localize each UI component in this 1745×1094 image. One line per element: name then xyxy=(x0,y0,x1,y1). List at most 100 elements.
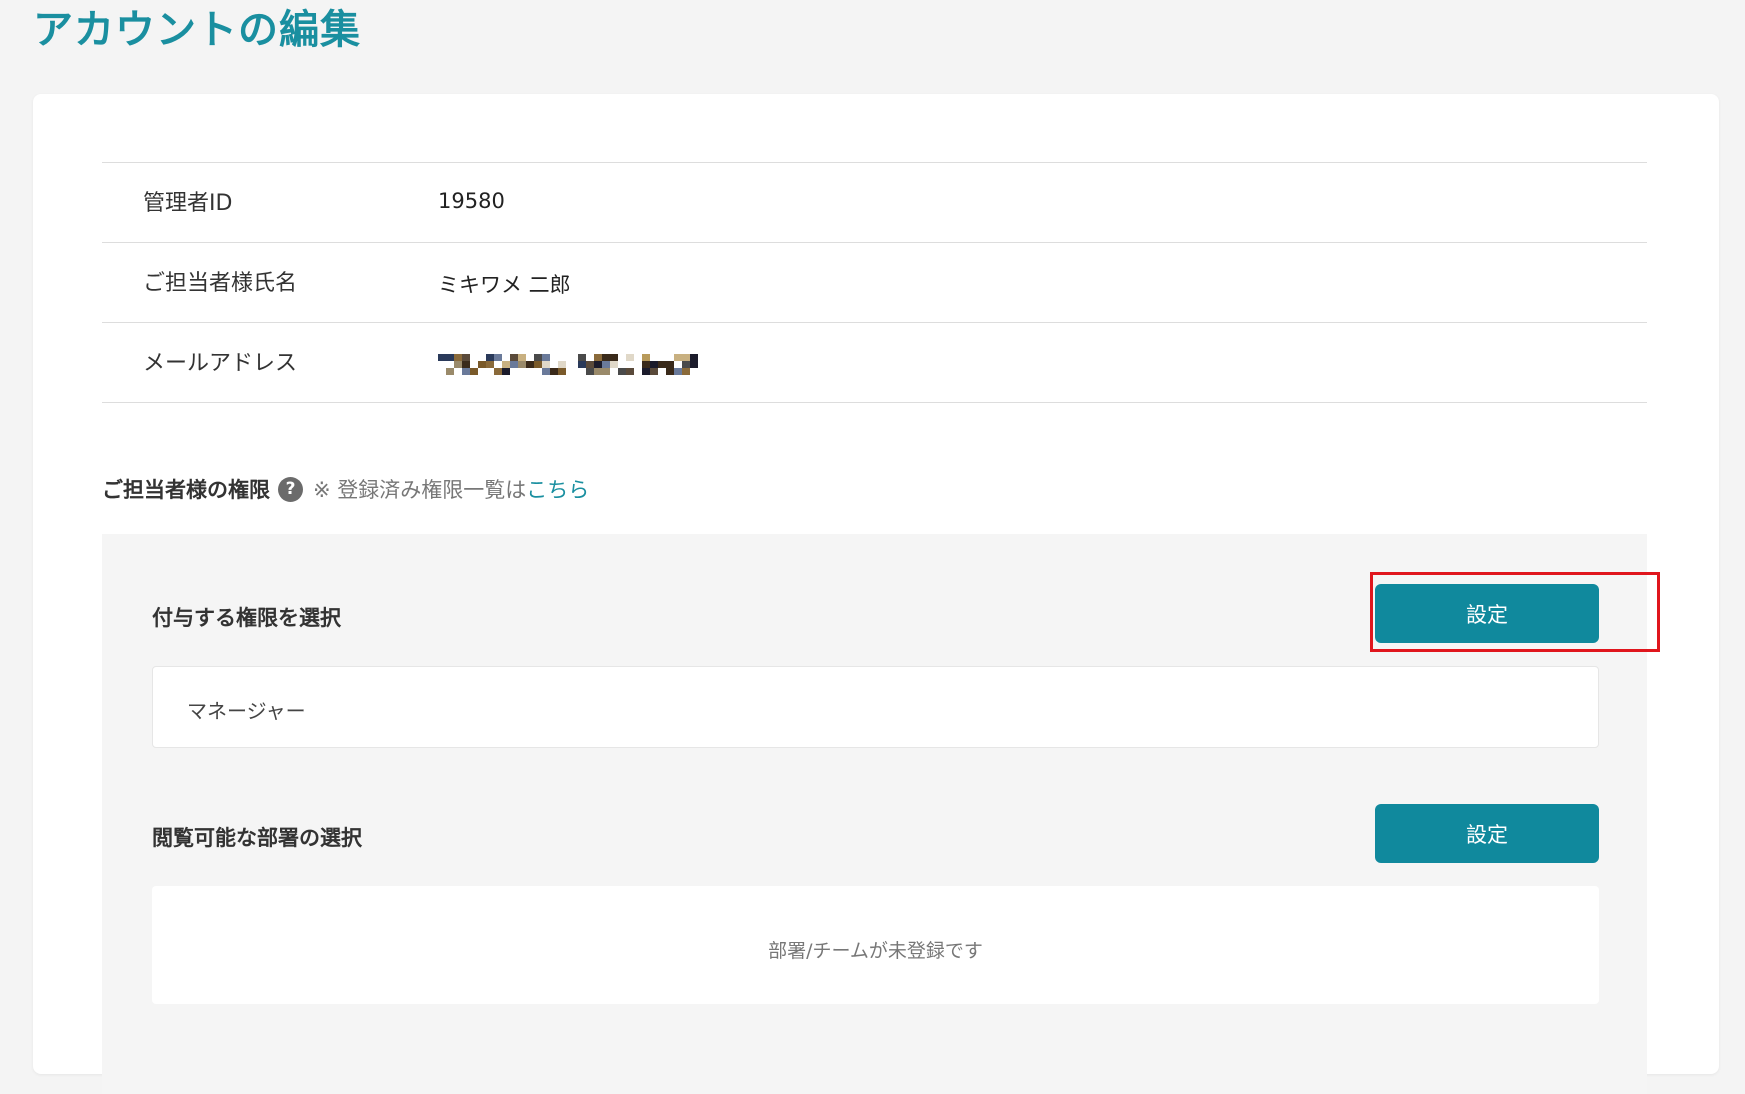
pixel-cell xyxy=(462,367,470,375)
pixel-cell xyxy=(674,353,682,361)
pixel-cell xyxy=(518,360,526,368)
pixel-block-group xyxy=(438,353,566,375)
pixel-cell xyxy=(502,367,510,375)
pixel-cell xyxy=(478,353,486,361)
pixel-cell xyxy=(446,360,454,368)
departments-value-box: 部署/チームが未登録です xyxy=(152,886,1599,1004)
pixel-cell xyxy=(650,367,658,375)
pixel-cell xyxy=(478,360,486,368)
pixel-cell xyxy=(550,360,558,368)
pixel-cell xyxy=(470,367,478,375)
pixel-block xyxy=(650,353,658,375)
page-title: アカウントの編集 xyxy=(33,7,361,53)
email-label: メールアドレス xyxy=(143,351,298,376)
pixel-cell xyxy=(674,360,682,368)
pixel-cell xyxy=(454,353,462,361)
pixel-cell xyxy=(542,367,550,375)
grant-permission-title: 付与する権限を選択 xyxy=(152,606,341,630)
pixel-cell xyxy=(674,367,682,375)
pixel-cell xyxy=(642,360,650,368)
pixel-block xyxy=(634,353,642,375)
pixel-block xyxy=(642,353,650,375)
pixel-block xyxy=(494,353,502,375)
grant-permission-set-button[interactable]: 設定 xyxy=(1375,584,1599,643)
pixel-block xyxy=(578,353,586,375)
pixel-cell xyxy=(578,360,586,368)
info-row-contact-name: ご担当者様氏名 ミキワメ 二郎 xyxy=(102,243,1647,323)
pixel-cell xyxy=(502,360,510,368)
grant-permission-value: マネージャー xyxy=(187,699,306,723)
departments-empty-message: 部署/チームが未登録です xyxy=(768,940,983,962)
admin-id-label: 管理者ID xyxy=(143,191,233,216)
pixel-cell xyxy=(586,367,594,375)
pixel-cell xyxy=(618,353,626,361)
pixel-cell xyxy=(518,367,526,375)
pixel-cell xyxy=(454,360,462,368)
pixel-block xyxy=(518,353,526,375)
pixel-block xyxy=(586,353,594,375)
pixel-cell xyxy=(470,353,478,361)
pixel-cell xyxy=(550,367,558,375)
pixel-block xyxy=(610,353,618,375)
pixel-cell xyxy=(650,360,658,368)
pixel-cell xyxy=(486,353,494,361)
permissions-list-link[interactable]: こちら xyxy=(526,474,589,504)
pixel-block xyxy=(602,353,610,375)
pixel-cell xyxy=(510,367,518,375)
pixel-cell xyxy=(542,353,550,361)
pixel-block xyxy=(674,353,682,375)
pixel-cell xyxy=(594,353,602,361)
pixel-cell xyxy=(666,360,674,368)
pixel-cell xyxy=(438,367,446,375)
pixel-cell xyxy=(486,360,494,368)
pixel-cell xyxy=(642,367,650,375)
pixel-block xyxy=(626,353,634,375)
pixel-block xyxy=(690,353,698,375)
pixel-cell xyxy=(594,367,602,375)
pixel-cell xyxy=(494,353,502,361)
pixel-cell xyxy=(690,353,698,361)
pixel-cell xyxy=(558,360,566,368)
pixel-block xyxy=(594,353,602,375)
pixel-cell xyxy=(626,353,634,361)
permissions-heading: ご担当者様の権限 ? ※ 登録済み権限一覧は こちら xyxy=(102,474,589,504)
pixel-cell xyxy=(510,353,518,361)
pixel-cell xyxy=(558,353,566,361)
permissions-note: ※ 登録済み権限一覧は xyxy=(313,478,527,502)
pixel-cell xyxy=(586,360,594,368)
pixel-cell xyxy=(682,353,690,361)
pixel-cell xyxy=(578,353,586,361)
permissions-panel: 付与する権限を選択 設定 マネージャー 閲覧可能な部署の選択 設定 部署/チーム… xyxy=(102,534,1660,1094)
pixel-block xyxy=(618,353,626,375)
email-value-redacted xyxy=(438,351,698,377)
pixel-block xyxy=(534,353,542,375)
account-info-table: 管理者ID 19580 ご担当者様氏名 ミキワメ 二郎 メールアドレス xyxy=(102,162,1647,403)
pixel-cell xyxy=(558,367,566,375)
pixel-cell xyxy=(642,353,650,361)
contact-name-value: ミキワメ 二郎 xyxy=(438,273,571,297)
pixel-cell xyxy=(682,367,690,375)
pixel-cell xyxy=(602,367,610,375)
pixel-cell xyxy=(682,360,690,368)
question-circle-icon[interactable]: ? xyxy=(278,476,303,502)
info-row-email: メールアドレス xyxy=(102,323,1647,403)
pixel-block xyxy=(446,353,454,375)
pixel-cell xyxy=(650,353,658,361)
pixel-cell xyxy=(502,353,510,361)
pixel-block xyxy=(470,353,478,375)
pixel-block xyxy=(658,353,666,375)
pixel-cell xyxy=(618,367,626,375)
pixel-cell xyxy=(586,353,594,361)
pixel-cell xyxy=(478,367,486,375)
pixel-cell xyxy=(494,360,502,368)
pixel-cell xyxy=(486,367,494,375)
pixel-block xyxy=(550,353,558,375)
pixel-cell xyxy=(666,353,674,361)
pixel-cell xyxy=(658,367,666,375)
pixel-cell xyxy=(594,360,602,368)
pixel-cell xyxy=(526,353,534,361)
pixel-cell xyxy=(666,367,674,375)
departments-set-button[interactable]: 設定 xyxy=(1375,804,1599,863)
pixel-cell xyxy=(518,353,526,361)
pixel-cell xyxy=(602,353,610,361)
